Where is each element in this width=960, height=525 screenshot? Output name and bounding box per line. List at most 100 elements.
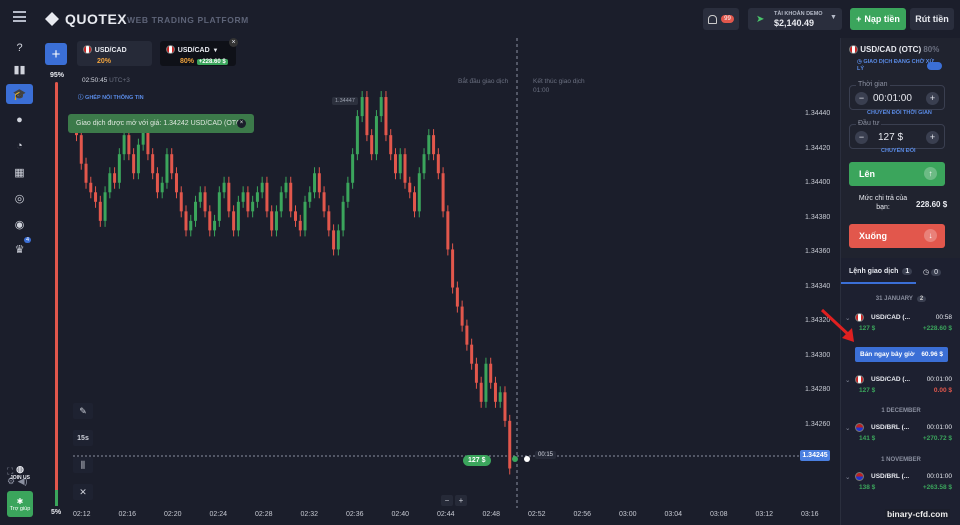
- signal-icon[interactable]: ◎: [6, 188, 33, 208]
- candle: [365, 97, 369, 136]
- deposit-button[interactable]: + Nạp tiền: [850, 8, 906, 30]
- menu-icon[interactable]: [13, 11, 26, 22]
- support-icon: ✱: [16, 496, 24, 506]
- invest-plus-button[interactable]: +: [926, 131, 939, 144]
- candle: [189, 220, 193, 231]
- notifications-button[interactable]: 99: [703, 8, 739, 30]
- end-trade-label: Kết thúc giao dịch: [533, 78, 585, 85]
- asset-tab-1[interactable]: USD/CAD 20%: [77, 41, 152, 66]
- candle: [194, 201, 198, 221]
- pie-icon[interactable]: ◔: [6, 136, 33, 156]
- candle: [498, 392, 502, 402]
- candle: [170, 154, 174, 174]
- price-chart[interactable]: [38, 38, 838, 525]
- logo[interactable]: QUOTEX: [45, 11, 127, 27]
- time-switch-link[interactable]: CHUYỂN ĐỔI THỜI GIAN: [867, 110, 932, 116]
- candle: [474, 363, 478, 383]
- candle: [113, 173, 117, 183]
- coins-icon[interactable]: ◉: [6, 214, 33, 234]
- down-button[interactable]: Xuống ↓: [849, 224, 945, 248]
- invest-label: Đầu tư: [856, 120, 882, 127]
- chart-area[interactable]: [38, 38, 838, 525]
- y-tick: 1.34300: [805, 351, 831, 359]
- asset-tab-2[interactable]: USD/CAD ▼ 80% +228.60 $ ×: [160, 38, 238, 66]
- payout-label: Mức chi trả của bạn:: [858, 195, 908, 211]
- panel-asset[interactable]: USD/CAD (OTC) 80%: [849, 45, 939, 55]
- close-icon[interactable]: ×: [237, 119, 246, 128]
- help-icon[interactable]: ?: [6, 38, 33, 58]
- zoom-in-button[interactable]: +: [455, 495, 467, 506]
- join-us-button[interactable]: ◍ JOIN US: [8, 464, 32, 481]
- trade-row[interactable]: ⌄ USD/CAD (... 00:01:00 127 $ 0.00 $: [843, 375, 958, 406]
- chart-type-button[interactable]: ⫼: [73, 457, 93, 473]
- indicators-button[interactable]: ✕: [73, 484, 93, 500]
- invest-value[interactable]: 127 $: [878, 132, 903, 143]
- tab-pending[interactable]: ◷ 0: [923, 268, 941, 276]
- timeframe-label: 15s: [77, 434, 89, 442]
- account-switcher[interactable]: ➤ TÀI KHOẢN DEMO $2,140.49 ▼: [748, 8, 842, 30]
- copy-trading-badge[interactable]: ⓘ GHÉP NỐI THÔNG TIN: [78, 93, 144, 101]
- candle: [222, 182, 226, 193]
- close-icon[interactable]: ×: [229, 38, 238, 47]
- trade-timer: 00:15: [535, 451, 557, 459]
- candle: [379, 97, 383, 117]
- trade-row[interactable]: ⌄ USD/BRL (... 00:01:00 141 $ +270.72 $: [843, 423, 958, 454]
- tab-pct: 20%: [97, 58, 112, 65]
- tab-name: USD/CAD: [94, 47, 127, 54]
- pending-toggle[interactable]: [927, 62, 942, 70]
- open-trade-marker[interactable]: 127 $: [463, 455, 491, 466]
- clock-tz: UTC+3: [109, 77, 130, 84]
- chevron-down-icon: ▼: [830, 14, 837, 21]
- candle: [151, 154, 155, 174]
- trophy-icon[interactable]: ♛ 4: [6, 237, 33, 259]
- candle: [432, 135, 436, 155]
- candle: [417, 173, 421, 212]
- chevron-down-icon[interactable]: ⌄: [845, 424, 850, 432]
- support-button[interactable]: ✱ Trợ giúp: [7, 491, 33, 517]
- current-price-tag: 1.34245: [800, 450, 830, 461]
- candle: [493, 382, 497, 402]
- candle: [122, 135, 126, 155]
- withdraw-button[interactable]: Rút tiền: [910, 8, 954, 30]
- candle: [298, 220, 302, 231]
- trade-pnl: +270.72 $: [922, 435, 952, 442]
- time-plus-button[interactable]: +: [926, 92, 939, 105]
- up-button[interactable]: Lên ↑: [849, 162, 945, 186]
- user-icon[interactable]: ●: [6, 110, 33, 130]
- logo-icon: [45, 12, 59, 26]
- invest-minus-button[interactable]: −: [855, 131, 868, 144]
- send-icon: ➤: [756, 14, 765, 25]
- timeframe-button[interactable]: 15s: [73, 430, 93, 446]
- chevron-down-icon[interactable]: ⌄: [845, 376, 850, 384]
- trade-row[interactable]: ⌄ USD/BRL (... 00:01:00 138 $ +263.58 $: [843, 472, 958, 503]
- tab-trades[interactable]: Lệnh giao dịch 1: [849, 268, 913, 275]
- x-tick: 03:00: [619, 511, 637, 518]
- chart-icon[interactable]: ▮▮: [6, 59, 33, 79]
- zoom-out-button[interactable]: −: [441, 495, 453, 506]
- add-asset-button[interactable]: +: [45, 43, 67, 65]
- time-field[interactable]: Thời gian − 00:01:00 +: [849, 81, 945, 110]
- sell-now-label: Bán ngay bây giờ: [860, 351, 915, 358]
- candle: [451, 249, 455, 288]
- time-minus-button[interactable]: −: [855, 92, 868, 105]
- trade-row[interactable]: ⌄ USD/CAD (... 00:58 127 $ +228.60 $: [843, 313, 958, 344]
- candle: [198, 192, 202, 202]
- time-value[interactable]: 00:01:00: [873, 93, 912, 104]
- candle: [403, 154, 407, 183]
- pending-trade-label: ◷ GIAO DỊCH ĐANG CHỜ XỬ LÝ: [857, 59, 937, 73]
- market-icon[interactable]: ▦: [6, 162, 33, 182]
- x-tick: 03:04: [664, 511, 683, 518]
- investment-field[interactable]: Đầu tư − 127 $ +: [849, 120, 945, 149]
- candle: [232, 211, 236, 231]
- draw-tool-button[interactable]: ✎: [73, 403, 93, 419]
- sell-now-button[interactable]: Bán ngay bây giờ 60.96 $: [855, 347, 948, 362]
- sentiment-down: 5%: [51, 509, 62, 516]
- invest-switch-link[interactable]: CHUYỂN ĐỔI: [881, 148, 916, 154]
- chevron-down-icon[interactable]: ⌄: [845, 473, 850, 481]
- candle: [174, 173, 178, 193]
- x-tick: 02:20: [164, 511, 182, 518]
- candle: [94, 192, 98, 202]
- education-icon[interactable]: 🎓: [6, 84, 33, 104]
- candle: [289, 182, 293, 212]
- info-icon: ⓘ: [78, 95, 84, 101]
